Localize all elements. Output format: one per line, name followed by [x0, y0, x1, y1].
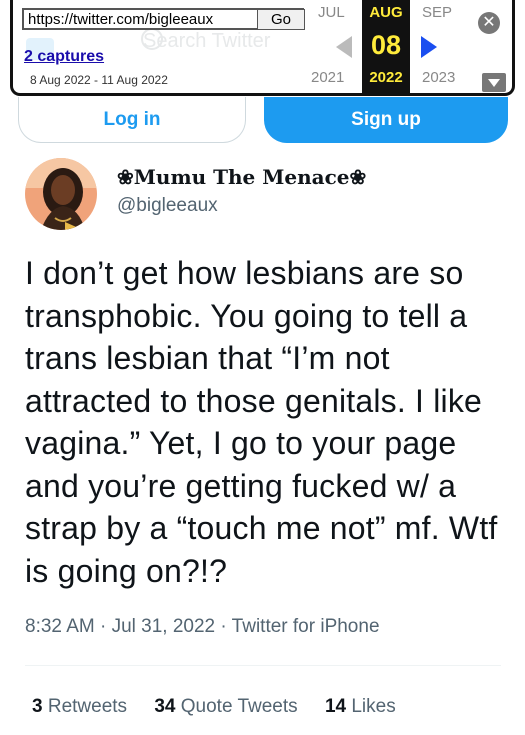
avatar[interactable] — [25, 158, 97, 230]
login-button[interactable]: Log in — [18, 97, 246, 143]
twitter-search-placeholder: Search Twitter — [143, 30, 271, 52]
quote-tweets-count: 34 — [154, 696, 176, 717]
quote-tweets-stat[interactable]: 34 Quote Tweets — [154, 696, 297, 718]
likes-label: Likes — [351, 696, 396, 717]
likes-count: 14 — [324, 696, 347, 717]
signup-button[interactable]: Sign up — [264, 97, 508, 143]
prev-capture-arrow-icon[interactable] — [336, 36, 352, 58]
captures-date-range: 8 Aug 2022 - 11 Aug 2022 — [30, 73, 168, 87]
tweet-meta[interactable]: 8:32 AM · Jul 31, 2022 · Twitter for iPh… — [25, 616, 380, 638]
tweet-text: I don’t get how lesbians are so transpho… — [25, 255, 498, 589]
quote-tweets-label: Quote Tweets — [180, 696, 298, 717]
divider — [25, 665, 501, 666]
retweets-label: Retweets — [47, 696, 128, 717]
current-month-label: AUG — [369, 4, 403, 21]
dropdown-arrow-icon[interactable] — [482, 73, 506, 92]
current-year-label: 2022 — [369, 69, 403, 86]
next-year-label[interactable]: 2023 — [422, 69, 455, 86]
display-name[interactable]: ❀Mumu The Menace❀ — [117, 165, 366, 189]
wayback-go-button[interactable]: Go — [257, 9, 305, 30]
prev-month-label[interactable]: JUL — [318, 4, 345, 21]
next-capture-arrow-icon[interactable] — [421, 36, 437, 58]
tweet-stats: 3 Retweets 34 Quote Tweets 14 Likes — [32, 696, 418, 718]
next-month-label[interactable]: SEP — [422, 4, 452, 21]
likes-stat[interactable]: 14 Likes — [325, 696, 396, 718]
captures-link[interactable]: 2 captures — [24, 48, 104, 66]
retweets-stat[interactable]: 3 Retweets — [32, 696, 127, 718]
wayback-toolbar: Search Twitter https://twitter.com/bigle… — [10, 0, 515, 96]
retweets-count: 3 — [32, 696, 43, 717]
close-icon[interactable]: ✕ — [478, 12, 500, 34]
current-day-label: 08 — [370, 30, 402, 60]
user-handle[interactable]: @bigleeaux — [117, 195, 218, 217]
prev-year-label[interactable]: 2021 — [311, 69, 344, 86]
